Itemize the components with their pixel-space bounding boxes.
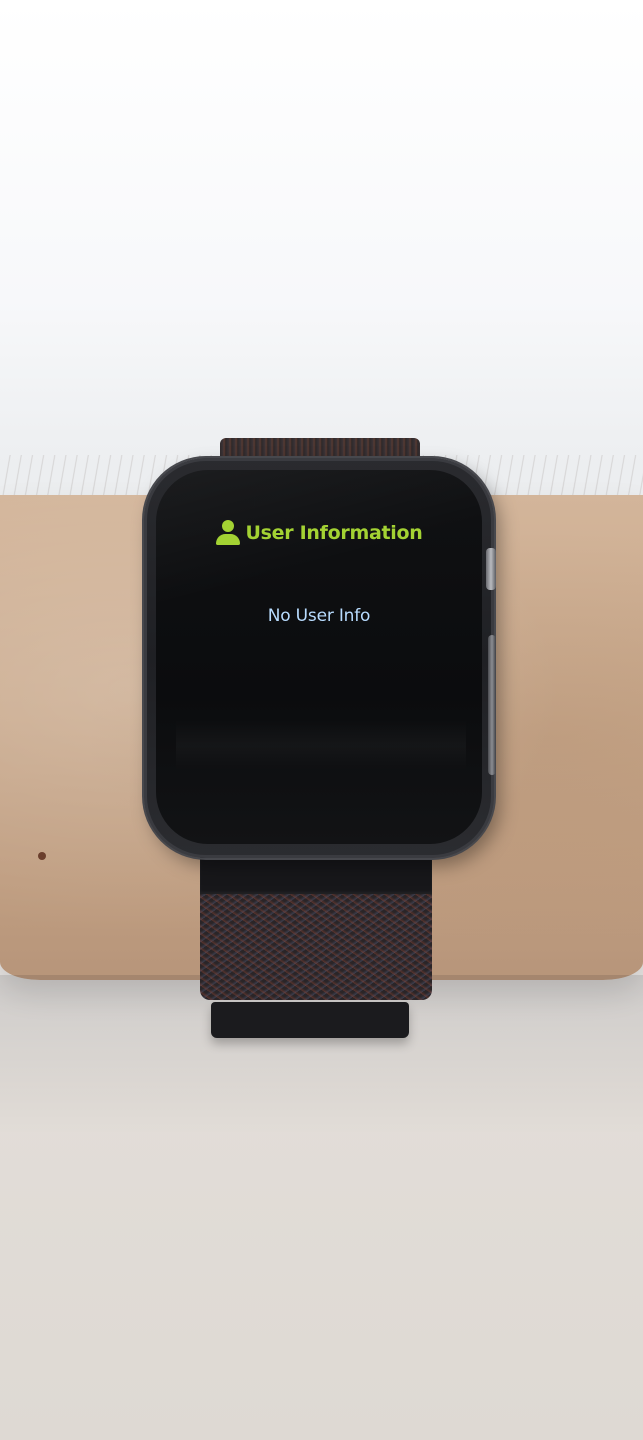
digital-crown[interactable] bbox=[486, 548, 496, 590]
screen-title: User Information bbox=[245, 522, 423, 544]
watch-band-buckle bbox=[211, 1002, 409, 1038]
watch-screen[interactable]: User Information No User Info bbox=[156, 470, 482, 844]
screen-glare bbox=[176, 720, 466, 770]
user-icon-body bbox=[215, 534, 240, 545]
empty-state-message: No User Info bbox=[267, 606, 371, 626]
screen-header: User Information bbox=[156, 520, 482, 546]
skin-mark bbox=[38, 852, 46, 860]
user-icon-head bbox=[221, 520, 234, 532]
user-icon bbox=[215, 520, 240, 546]
side-button[interactable] bbox=[488, 635, 496, 775]
